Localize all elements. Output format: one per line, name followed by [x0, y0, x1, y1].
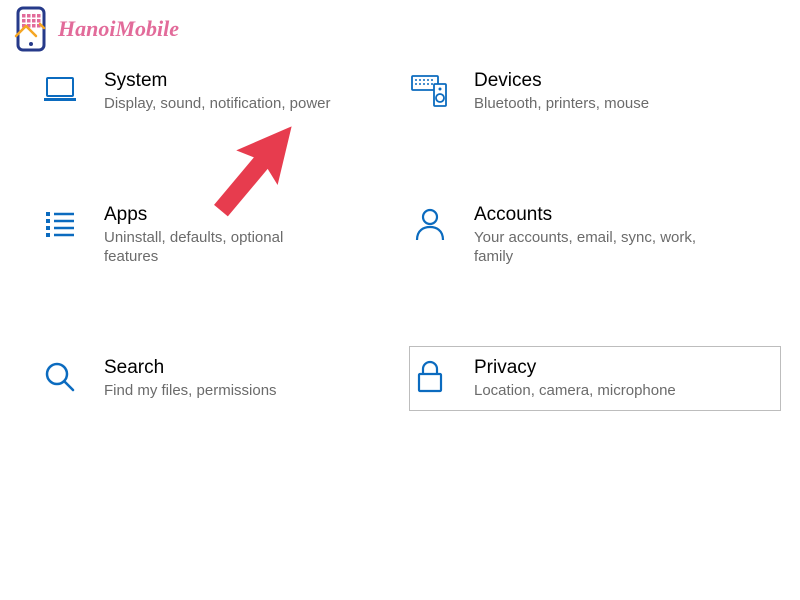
- tile-body: System Display, sound, notification, pow…: [104, 70, 331, 114]
- watermark-phone-icon: [12, 6, 54, 52]
- laptop-icon: [40, 70, 80, 110]
- tile-title: Devices: [474, 70, 649, 92]
- tile-title: Search: [104, 357, 277, 379]
- tile-title: Privacy: [474, 357, 676, 379]
- tile-body: Privacy Location, camera, microphone: [474, 357, 676, 401]
- apps-list-icon: [40, 204, 80, 244]
- person-icon: [410, 204, 450, 244]
- tile-desc: Display, sound, notification, power: [104, 94, 331, 114]
- tile-desc: Find my files, permissions: [104, 381, 277, 401]
- tile-search[interactable]: Search Find my files, permissions: [40, 347, 410, 411]
- tile-title: System: [104, 70, 331, 92]
- tile-desc: Location, camera, microphone: [474, 381, 676, 401]
- tile-title: Accounts: [474, 204, 704, 226]
- watermark: HanoiMobile: [12, 6, 179, 52]
- tile-desc: Your accounts, email, sync, work, family: [474, 228, 704, 267]
- tile-desc: Bluetooth, printers, mouse: [474, 94, 649, 114]
- tile-system[interactable]: System Display, sound, notification, pow…: [40, 60, 410, 124]
- tile-body: Search Find my files, permissions: [104, 357, 277, 401]
- tile-body: Devices Bluetooth, printers, mouse: [474, 70, 649, 114]
- tile-devices[interactable]: Devices Bluetooth, printers, mouse: [410, 60, 780, 124]
- search-icon: [40, 357, 80, 397]
- tile-body: Accounts Your accounts, email, sync, wor…: [474, 204, 704, 267]
- tile-title: Apps: [104, 204, 334, 226]
- watermark-text: HanoiMobile: [58, 16, 179, 42]
- tile-apps[interactable]: Apps Uninstall, defaults, optional featu…: [40, 194, 410, 277]
- tile-privacy[interactable]: Privacy Location, camera, microphone: [409, 346, 781, 412]
- tile-body: Apps Uninstall, defaults, optional featu…: [104, 204, 334, 267]
- lock-icon: [410, 357, 450, 397]
- tile-desc: Uninstall, defaults, optional features: [104, 228, 334, 267]
- tile-accounts[interactable]: Accounts Your accounts, email, sync, wor…: [410, 194, 780, 277]
- keyboard-speaker-icon: [410, 70, 450, 110]
- settings-grid: System Display, sound, notification, pow…: [40, 60, 800, 410]
